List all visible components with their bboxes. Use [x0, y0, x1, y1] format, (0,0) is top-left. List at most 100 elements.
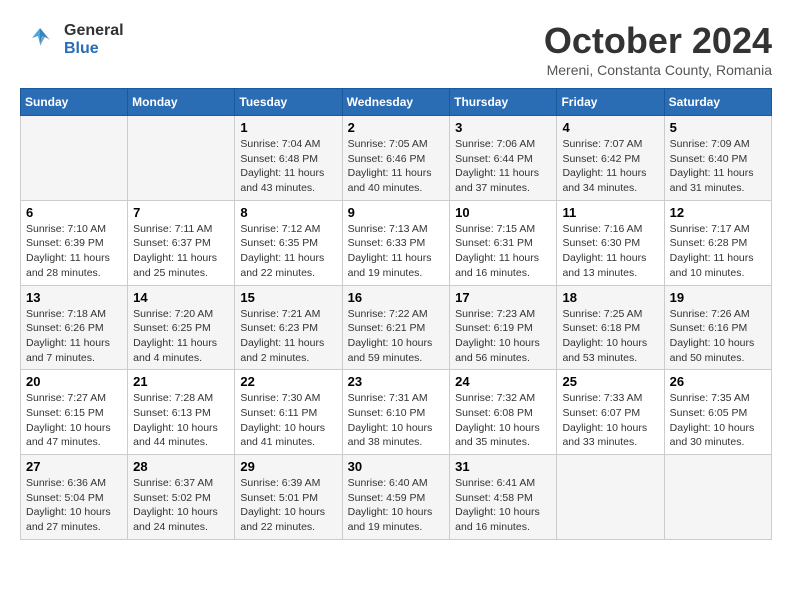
day-number: 2	[348, 120, 445, 135]
day-info: Sunrise: 7:32 AM Sunset: 6:08 PM Dayligh…	[455, 391, 551, 450]
day-info: Sunrise: 7:13 AM Sunset: 6:33 PM Dayligh…	[348, 222, 445, 281]
header-row: SundayMondayTuesdayWednesdayThursdayFrid…	[21, 89, 772, 116]
calendar-body: 1 Sunrise: 7:04 AM Sunset: 6:48 PM Daylig…	[21, 116, 772, 540]
calendar-cell: 9 Sunrise: 7:13 AM Sunset: 6:33 PM Daylig…	[342, 200, 450, 285]
calendar-cell: 22Sunrise: 7:30 AM Sunset: 6:11 PM Dayli…	[235, 370, 342, 455]
calendar-cell: 29Sunrise: 6:39 AM Sunset: 5:01 PM Dayli…	[235, 455, 342, 540]
day-info: Sunrise: 7:20 AM Sunset: 6:25 PM Dayligh…	[133, 307, 229, 366]
day-info: Sunrise: 7:06 AM Sunset: 6:44 PM Dayligh…	[455, 137, 551, 196]
calendar-cell: 28Sunrise: 6:37 AM Sunset: 5:02 PM Dayli…	[128, 455, 235, 540]
calendar-header: SundayMondayTuesdayWednesdayThursdayFrid…	[21, 89, 772, 116]
header-day-monday: Monday	[128, 89, 235, 116]
day-number: 9	[348, 205, 445, 220]
calendar-cell: 4Sunrise: 7:07 AM Sunset: 6:42 PM Daylig…	[557, 116, 664, 201]
calendar-cell: 2 Sunrise: 7:05 AM Sunset: 6:46 PM Daylig…	[342, 116, 450, 201]
day-info: Sunrise: 7:23 AM Sunset: 6:19 PM Dayligh…	[455, 307, 551, 366]
day-info: Sunrise: 7:30 AM Sunset: 6:11 PM Dayligh…	[240, 391, 336, 450]
calendar-cell: 7Sunrise: 7:11 AM Sunset: 6:37 PM Daylig…	[128, 200, 235, 285]
day-info: Sunrise: 7:25 AM Sunset: 6:18 PM Dayligh…	[562, 307, 658, 366]
calendar-cell: 16 Sunrise: 7:22 AM Sunset: 6:21 PM Dayli…	[342, 285, 450, 370]
calendar-cell: 21 Sunrise: 7:28 AM Sunset: 6:13 PM Dayli…	[128, 370, 235, 455]
header-day-tuesday: Tuesday	[235, 89, 342, 116]
day-number: 30	[348, 459, 445, 474]
logo-general-text: General	[64, 22, 124, 40]
day-info: Sunrise: 7:15 AM Sunset: 6:31 PM Dayligh…	[455, 222, 551, 281]
day-number: 16	[348, 290, 445, 305]
day-number: 5	[670, 120, 766, 135]
day-number: 1	[240, 120, 336, 135]
day-info: Sunrise: 7:28 AM Sunset: 6:13 PM Dayligh…	[133, 391, 229, 450]
calendar-cell: 12 Sunrise: 7:17 AM Sunset: 6:28 PM Dayli…	[664, 200, 771, 285]
day-number: 27	[26, 459, 122, 474]
header-day-friday: Friday	[557, 89, 664, 116]
calendar-table: SundayMondayTuesdayWednesdayThursdayFrid…	[20, 88, 772, 540]
day-info: Sunrise: 7:16 AM Sunset: 6:30 PM Dayligh…	[562, 222, 658, 281]
calendar-cell: 23 Sunrise: 7:31 AM Sunset: 6:10 PM Dayli…	[342, 370, 450, 455]
calendar-cell: 19 Sunrise: 7:26 AM Sunset: 6:16 PM Dayli…	[664, 285, 771, 370]
calendar-cell: 13 Sunrise: 7:18 AM Sunset: 6:26 PM Dayli…	[21, 285, 128, 370]
calendar-cell: 24Sunrise: 7:32 AM Sunset: 6:08 PM Dayli…	[450, 370, 557, 455]
day-number: 13	[26, 290, 122, 305]
day-number: 12	[670, 205, 766, 220]
day-info: Sunrise: 7:12 AM Sunset: 6:35 PM Dayligh…	[240, 222, 336, 281]
day-number: 23	[348, 374, 445, 389]
day-number: 11	[562, 205, 658, 220]
day-number: 29	[240, 459, 336, 474]
calendar-cell: 18 Sunrise: 7:25 AM Sunset: 6:18 PM Dayli…	[557, 285, 664, 370]
week-row-4: 20 Sunrise: 7:27 AM Sunset: 6:15 PM Dayli…	[21, 370, 772, 455]
calendar-cell: 3Sunrise: 7:06 AM Sunset: 6:44 PM Daylig…	[450, 116, 557, 201]
header-day-sunday: Sunday	[21, 89, 128, 116]
day-number: 17	[455, 290, 551, 305]
calendar-cell	[557, 455, 664, 540]
calendar-cell: 1 Sunrise: 7:04 AM Sunset: 6:48 PM Daylig…	[235, 116, 342, 201]
header-day-thursday: Thursday	[450, 89, 557, 116]
day-info: Sunrise: 7:27 AM Sunset: 6:15 PM Dayligh…	[26, 391, 122, 450]
day-info: Sunrise: 6:36 AM Sunset: 5:04 PM Dayligh…	[26, 476, 122, 535]
day-info: Sunrise: 7:18 AM Sunset: 6:26 PM Dayligh…	[26, 307, 122, 366]
calendar-cell: 27 Sunrise: 6:36 AM Sunset: 5:04 PM Dayli…	[21, 455, 128, 540]
week-row-5: 27 Sunrise: 6:36 AM Sunset: 5:04 PM Dayli…	[21, 455, 772, 540]
day-info: Sunrise: 7:05 AM Sunset: 6:46 PM Dayligh…	[348, 137, 445, 196]
month-title: October 2024	[544, 20, 772, 62]
day-info: Sunrise: 7:22 AM Sunset: 6:21 PM Dayligh…	[348, 307, 445, 366]
logo-blue-text: Blue	[64, 40, 124, 58]
day-number: 7	[133, 205, 229, 220]
calendar-cell: 5 Sunrise: 7:09 AM Sunset: 6:40 PM Daylig…	[664, 116, 771, 201]
week-row-1: 1 Sunrise: 7:04 AM Sunset: 6:48 PM Daylig…	[21, 116, 772, 201]
calendar-cell: 15 Sunrise: 7:21 AM Sunset: 6:23 PM Dayli…	[235, 285, 342, 370]
day-info: Sunrise: 6:41 AM Sunset: 4:58 PM Dayligh…	[455, 476, 551, 535]
day-info: Sunrise: 7:10 AM Sunset: 6:39 PM Dayligh…	[26, 222, 122, 281]
title-section: October 2024 Mereni, Constanta County, R…	[544, 20, 772, 78]
header-day-wednesday: Wednesday	[342, 89, 450, 116]
calendar-cell: 31 Sunrise: 6:41 AM Sunset: 4:58 PM Dayli…	[450, 455, 557, 540]
day-number: 10	[455, 205, 551, 220]
calendar-cell: 26Sunrise: 7:35 AM Sunset: 6:05 PM Dayli…	[664, 370, 771, 455]
day-number: 20	[26, 374, 122, 389]
day-info: Sunrise: 7:04 AM Sunset: 6:48 PM Dayligh…	[240, 137, 336, 196]
day-number: 19	[670, 290, 766, 305]
day-info: Sunrise: 7:17 AM Sunset: 6:28 PM Dayligh…	[670, 222, 766, 281]
day-number: 26	[670, 374, 766, 389]
day-number: 6	[26, 205, 122, 220]
day-number: 8	[240, 205, 336, 220]
day-info: Sunrise: 7:09 AM Sunset: 6:40 PM Dayligh…	[670, 137, 766, 196]
calendar-cell: 10 Sunrise: 7:15 AM Sunset: 6:31 PM Dayli…	[450, 200, 557, 285]
location: Mereni, Constanta County, Romania	[544, 62, 772, 78]
calendar-cell	[664, 455, 771, 540]
day-info: Sunrise: 7:31 AM Sunset: 6:10 PM Dayligh…	[348, 391, 445, 450]
day-number: 21	[133, 374, 229, 389]
day-number: 31	[455, 459, 551, 474]
week-row-2: 6 Sunrise: 7:10 AM Sunset: 6:39 PM Daylig…	[21, 200, 772, 285]
logo-label: General Blue	[64, 22, 124, 57]
day-info: Sunrise: 7:21 AM Sunset: 6:23 PM Dayligh…	[240, 307, 336, 366]
day-info: Sunrise: 7:26 AM Sunset: 6:16 PM Dayligh…	[670, 307, 766, 366]
calendar-cell: 8 Sunrise: 7:12 AM Sunset: 6:35 PM Daylig…	[235, 200, 342, 285]
day-number: 15	[240, 290, 336, 305]
day-info: Sunrise: 6:37 AM Sunset: 5:02 PM Dayligh…	[133, 476, 229, 535]
calendar-cell	[21, 116, 128, 201]
calendar-cell: 30Sunrise: 6:40 AM Sunset: 4:59 PM Dayli…	[342, 455, 450, 540]
calendar-cell: 20 Sunrise: 7:27 AM Sunset: 6:15 PM Dayli…	[21, 370, 128, 455]
calendar-cell: 14Sunrise: 7:20 AM Sunset: 6:25 PM Dayli…	[128, 285, 235, 370]
day-number: 18	[562, 290, 658, 305]
day-info: Sunrise: 7:07 AM Sunset: 6:42 PM Dayligh…	[562, 137, 658, 196]
